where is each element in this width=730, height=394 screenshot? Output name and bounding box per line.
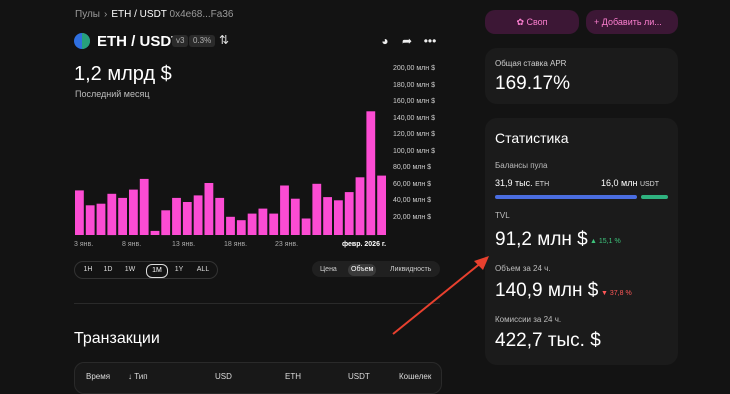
- annotation-arrow: [392, 256, 489, 335]
